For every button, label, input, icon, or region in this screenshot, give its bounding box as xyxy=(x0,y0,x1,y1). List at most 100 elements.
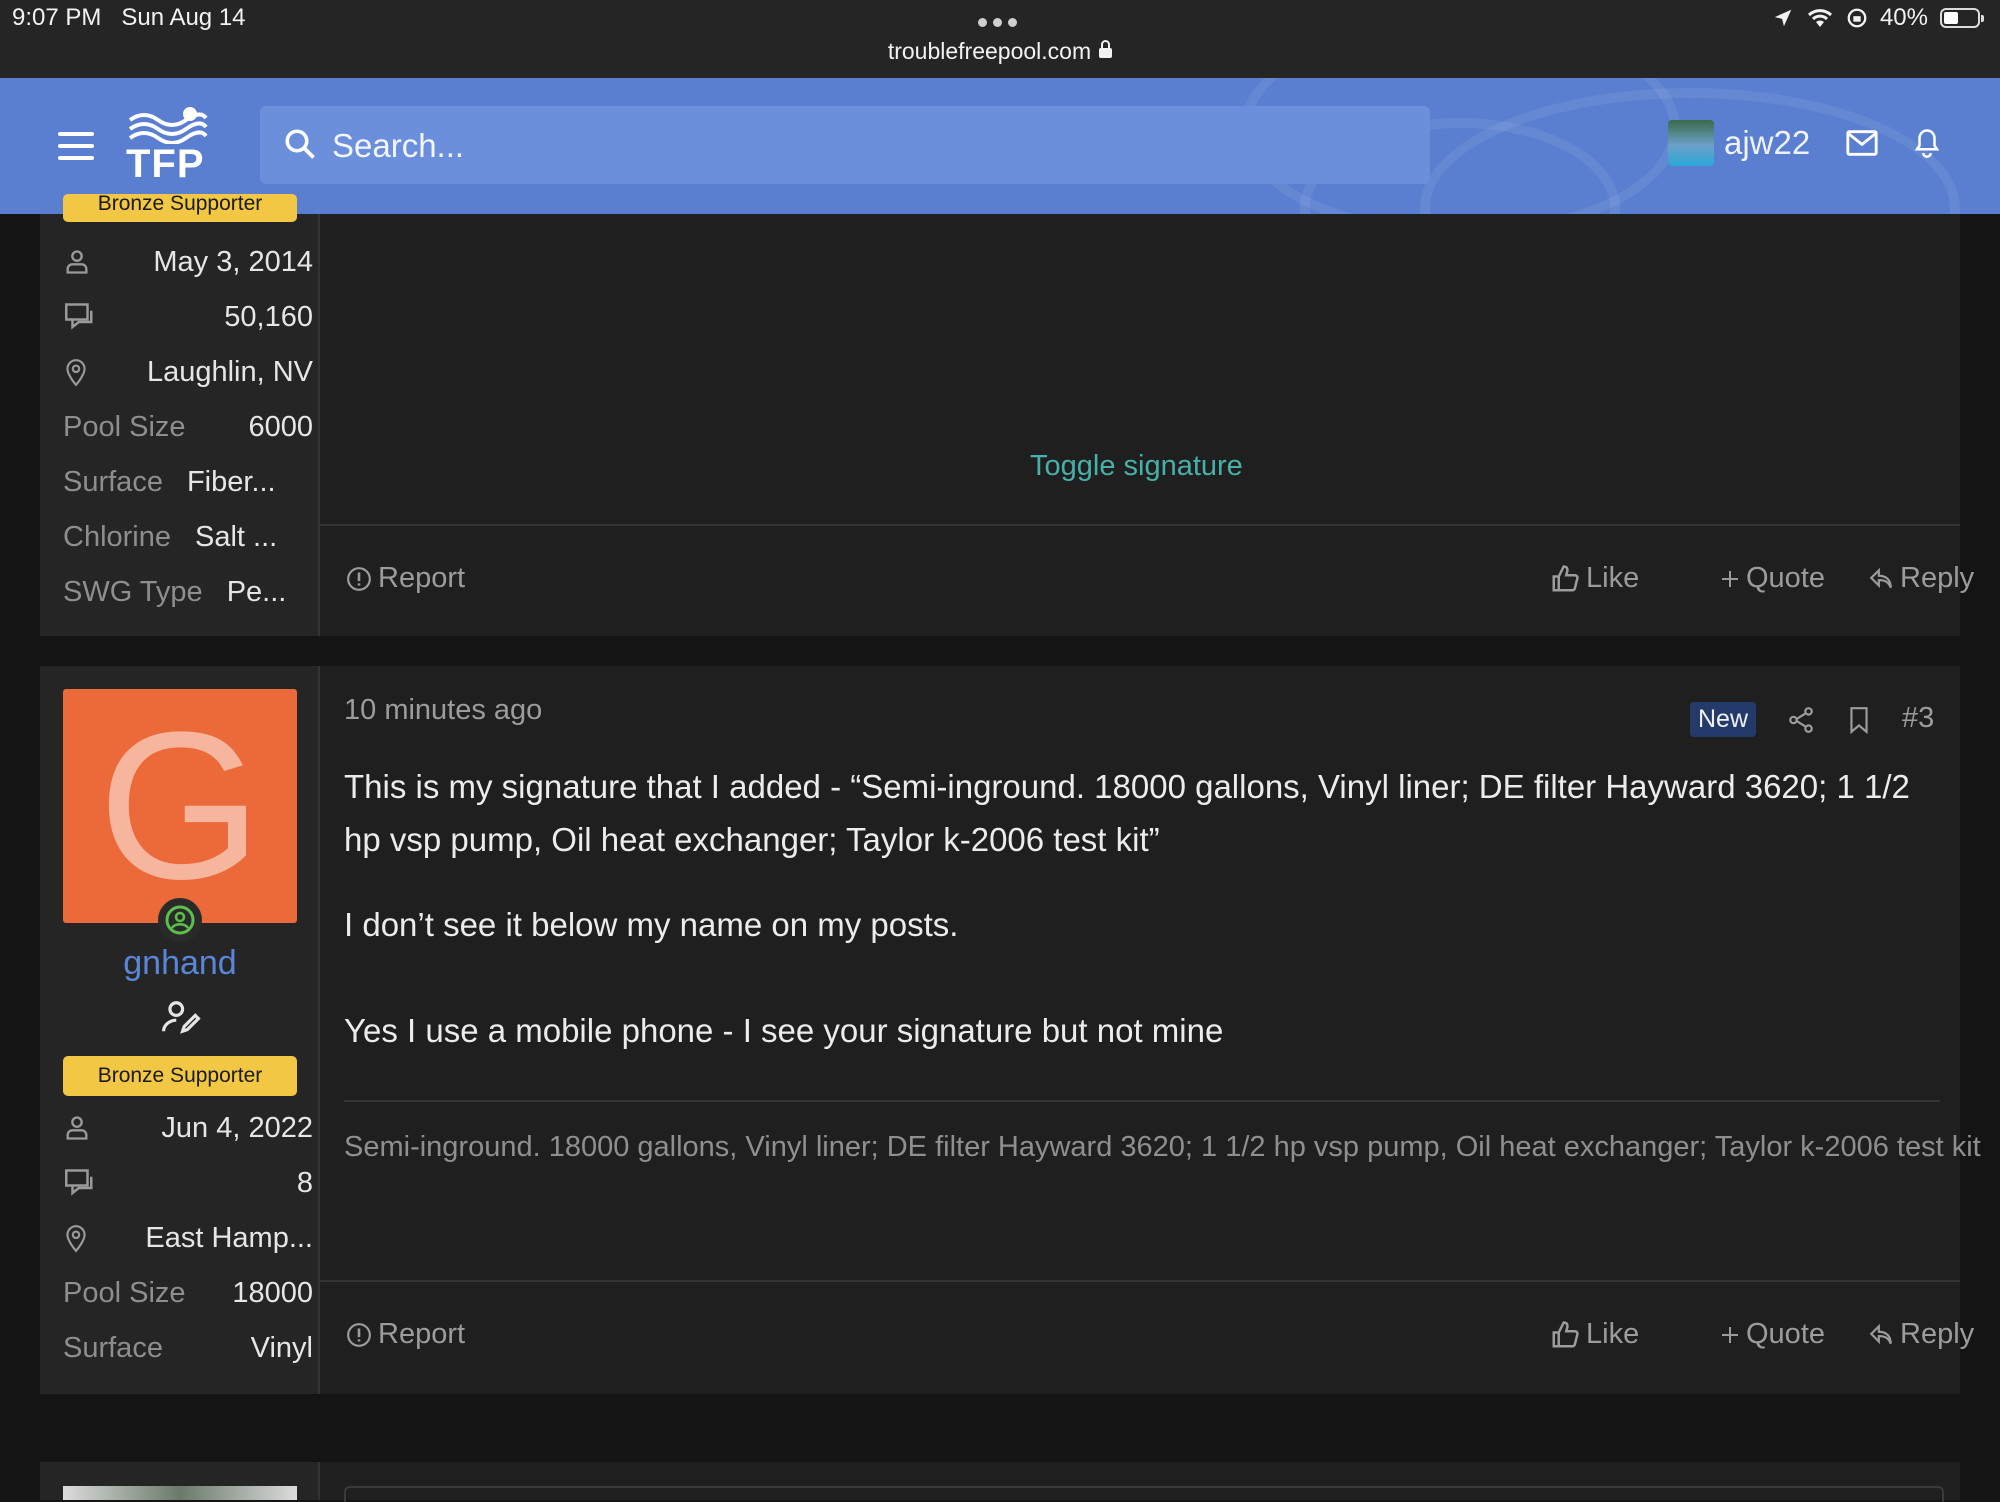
supporter-badge: Bronze Supporter xyxy=(63,1056,297,1096)
messages-icon xyxy=(65,1169,93,1196)
battery-percent: 40% xyxy=(1879,4,1928,31)
date: Sun Aug 14 xyxy=(121,4,246,31)
like-label: Like xyxy=(1586,562,1640,594)
reply-button[interactable]: Reply xyxy=(1868,1318,1974,1351)
supporter-badge: Bronze Supporter xyxy=(63,194,297,222)
username: ajw22 xyxy=(1724,124,1811,161)
message-count: 8 xyxy=(296,1166,313,1199)
location-pin-icon xyxy=(66,1225,86,1253)
surface-row: Surface Vinyl xyxy=(63,1328,313,1368)
user-edit-icon xyxy=(162,1001,201,1034)
battery-icon xyxy=(1940,8,1984,28)
field-value: Pe... xyxy=(226,575,287,608)
reply-icon xyxy=(1869,567,1892,588)
address-bar[interactable]: troublefreepool.com xyxy=(0,38,2000,65)
account-menu[interactable]: ajw22 xyxy=(1668,120,1810,166)
status-icons: 40% xyxy=(1772,4,1984,32)
mail-icon[interactable] xyxy=(1845,128,1879,158)
post-signature: Semi-inground. 18000 gallons, Vinyl line… xyxy=(344,1131,1981,1163)
post-body-paragraph: Yes I use a mobile phone - I see your si… xyxy=(344,1012,1224,1049)
joined-row: May 3, 2014 xyxy=(63,242,313,282)
menu-icon[interactable] xyxy=(58,132,94,168)
field-label: Surface xyxy=(63,1331,163,1364)
report-button[interactable]: Report xyxy=(346,562,465,595)
like-button[interactable]: Like xyxy=(1550,562,1639,595)
like-label: Like xyxy=(1586,1318,1640,1350)
field-label: Pool Size xyxy=(63,410,186,443)
post-actions: Report Like Quote Reply xyxy=(320,1280,1974,1394)
status-time: 9:07 PM Sun Aug 14 xyxy=(12,4,246,32)
report-button[interactable]: Report xyxy=(346,1318,465,1351)
share-icon[interactable] xyxy=(1788,706,1814,734)
bell-icon[interactable] xyxy=(1912,126,1942,160)
post-user-sidebar: Bronze Supporter May 3, 2014 50,160 Laug… xyxy=(40,194,320,636)
bookmark-icon[interactable] xyxy=(1848,706,1870,734)
search-box[interactable] xyxy=(260,106,1430,186)
field-value: 6000 xyxy=(248,410,313,443)
user-avatar[interactable]: G xyxy=(63,689,297,923)
toggle-signature-link[interactable]: Toggle signature xyxy=(1030,450,1243,483)
post-user-sidebar: G gnhand Bronze Supporter Jun 4, 2022 8 … xyxy=(40,666,320,1394)
location-row: East Hamp... xyxy=(63,1218,313,1258)
avatar-letter: G xyxy=(98,688,262,923)
user-avatar[interactable] xyxy=(63,1486,297,1500)
thumbs-up-icon xyxy=(1552,564,1579,591)
joined-date: May 3, 2014 xyxy=(153,245,313,278)
search-icon xyxy=(285,129,315,159)
location-arrow-icon xyxy=(1774,9,1792,27)
reply-label: Reply xyxy=(1900,562,1975,594)
location-value: Laughlin, NV xyxy=(146,355,313,388)
field-value: 18000 xyxy=(232,1276,313,1309)
quote-label: Quote xyxy=(1746,1318,1825,1350)
location-row: Laughlin, NV xyxy=(63,352,313,392)
site-logo[interactable]: TFP xyxy=(126,104,210,188)
messages-row: 8 xyxy=(63,1163,313,1203)
quote-button[interactable]: Quote xyxy=(1720,1318,1825,1351)
field-label: Chlorine xyxy=(63,520,171,553)
like-button[interactable]: Like xyxy=(1550,1318,1639,1351)
post-user-sidebar xyxy=(40,1462,320,1500)
post-timestamp[interactable]: 10 minutes ago xyxy=(344,694,542,727)
site-header: TFP ajw22 xyxy=(0,78,2000,214)
post-next xyxy=(40,1462,1960,1502)
pool-size-row: Pool Size 18000 xyxy=(63,1273,313,1313)
location-value: East Hamp... xyxy=(145,1221,313,1254)
post-body-paragraph: This is my signature that I added - “Sem… xyxy=(344,768,1910,858)
field-value: Fiber... xyxy=(186,465,276,498)
swg-type-row: SWG Type Pe... xyxy=(63,572,313,612)
messages-row: 50,160 xyxy=(63,297,313,337)
field-value: Salt ... xyxy=(195,520,278,553)
joined-row: Jun 4, 2022 xyxy=(63,1108,313,1148)
post-previous: Bronze Supporter May 3, 2014 50,160 Laug… xyxy=(40,194,1974,638)
alert-icon xyxy=(347,566,371,591)
lock-icon xyxy=(1099,40,1113,58)
url-text: troublefreepool.com xyxy=(887,38,1092,64)
message-count: 50,160 xyxy=(224,300,313,333)
quote-button[interactable]: Quote xyxy=(1720,562,1825,595)
alert-icon xyxy=(347,1322,371,1347)
reply-button[interactable]: Reply xyxy=(1868,562,1974,595)
clock: 9:07 PM xyxy=(12,4,102,31)
search-input[interactable] xyxy=(330,106,1414,186)
messages-icon xyxy=(65,303,93,330)
post-number-link[interactable]: #3 xyxy=(1902,702,1934,735)
post-3: G gnhand Bronze Supporter Jun 4, 2022 8 … xyxy=(40,666,1981,1394)
joined-date: Jun 4, 2022 xyxy=(161,1111,313,1144)
location-pin-icon xyxy=(66,359,86,387)
report-label: Report xyxy=(378,1318,466,1350)
field-label: Pool Size xyxy=(63,1276,186,1309)
field-value: Vinyl xyxy=(250,1331,313,1364)
online-status-icon xyxy=(158,898,202,942)
logo-text: TFP xyxy=(126,142,205,186)
status-bar: 9:07 PM Sun Aug 14 troublefreepool.com 4… xyxy=(0,0,2000,78)
surface-row: Surface Fiber... xyxy=(63,462,313,502)
user-icon xyxy=(66,1116,88,1140)
more-dots-icon[interactable] xyxy=(978,18,1017,27)
waves-logo-icon xyxy=(128,107,208,144)
thumbs-up-icon xyxy=(1552,1320,1579,1347)
post-username[interactable]: gnhand xyxy=(40,944,320,983)
new-badge: New xyxy=(1690,702,1757,737)
pool-size-row: Pool Size 6000 xyxy=(63,407,313,447)
field-label: Surface xyxy=(63,465,163,498)
post-actions: Report Like Quote Reply xyxy=(320,524,1974,638)
